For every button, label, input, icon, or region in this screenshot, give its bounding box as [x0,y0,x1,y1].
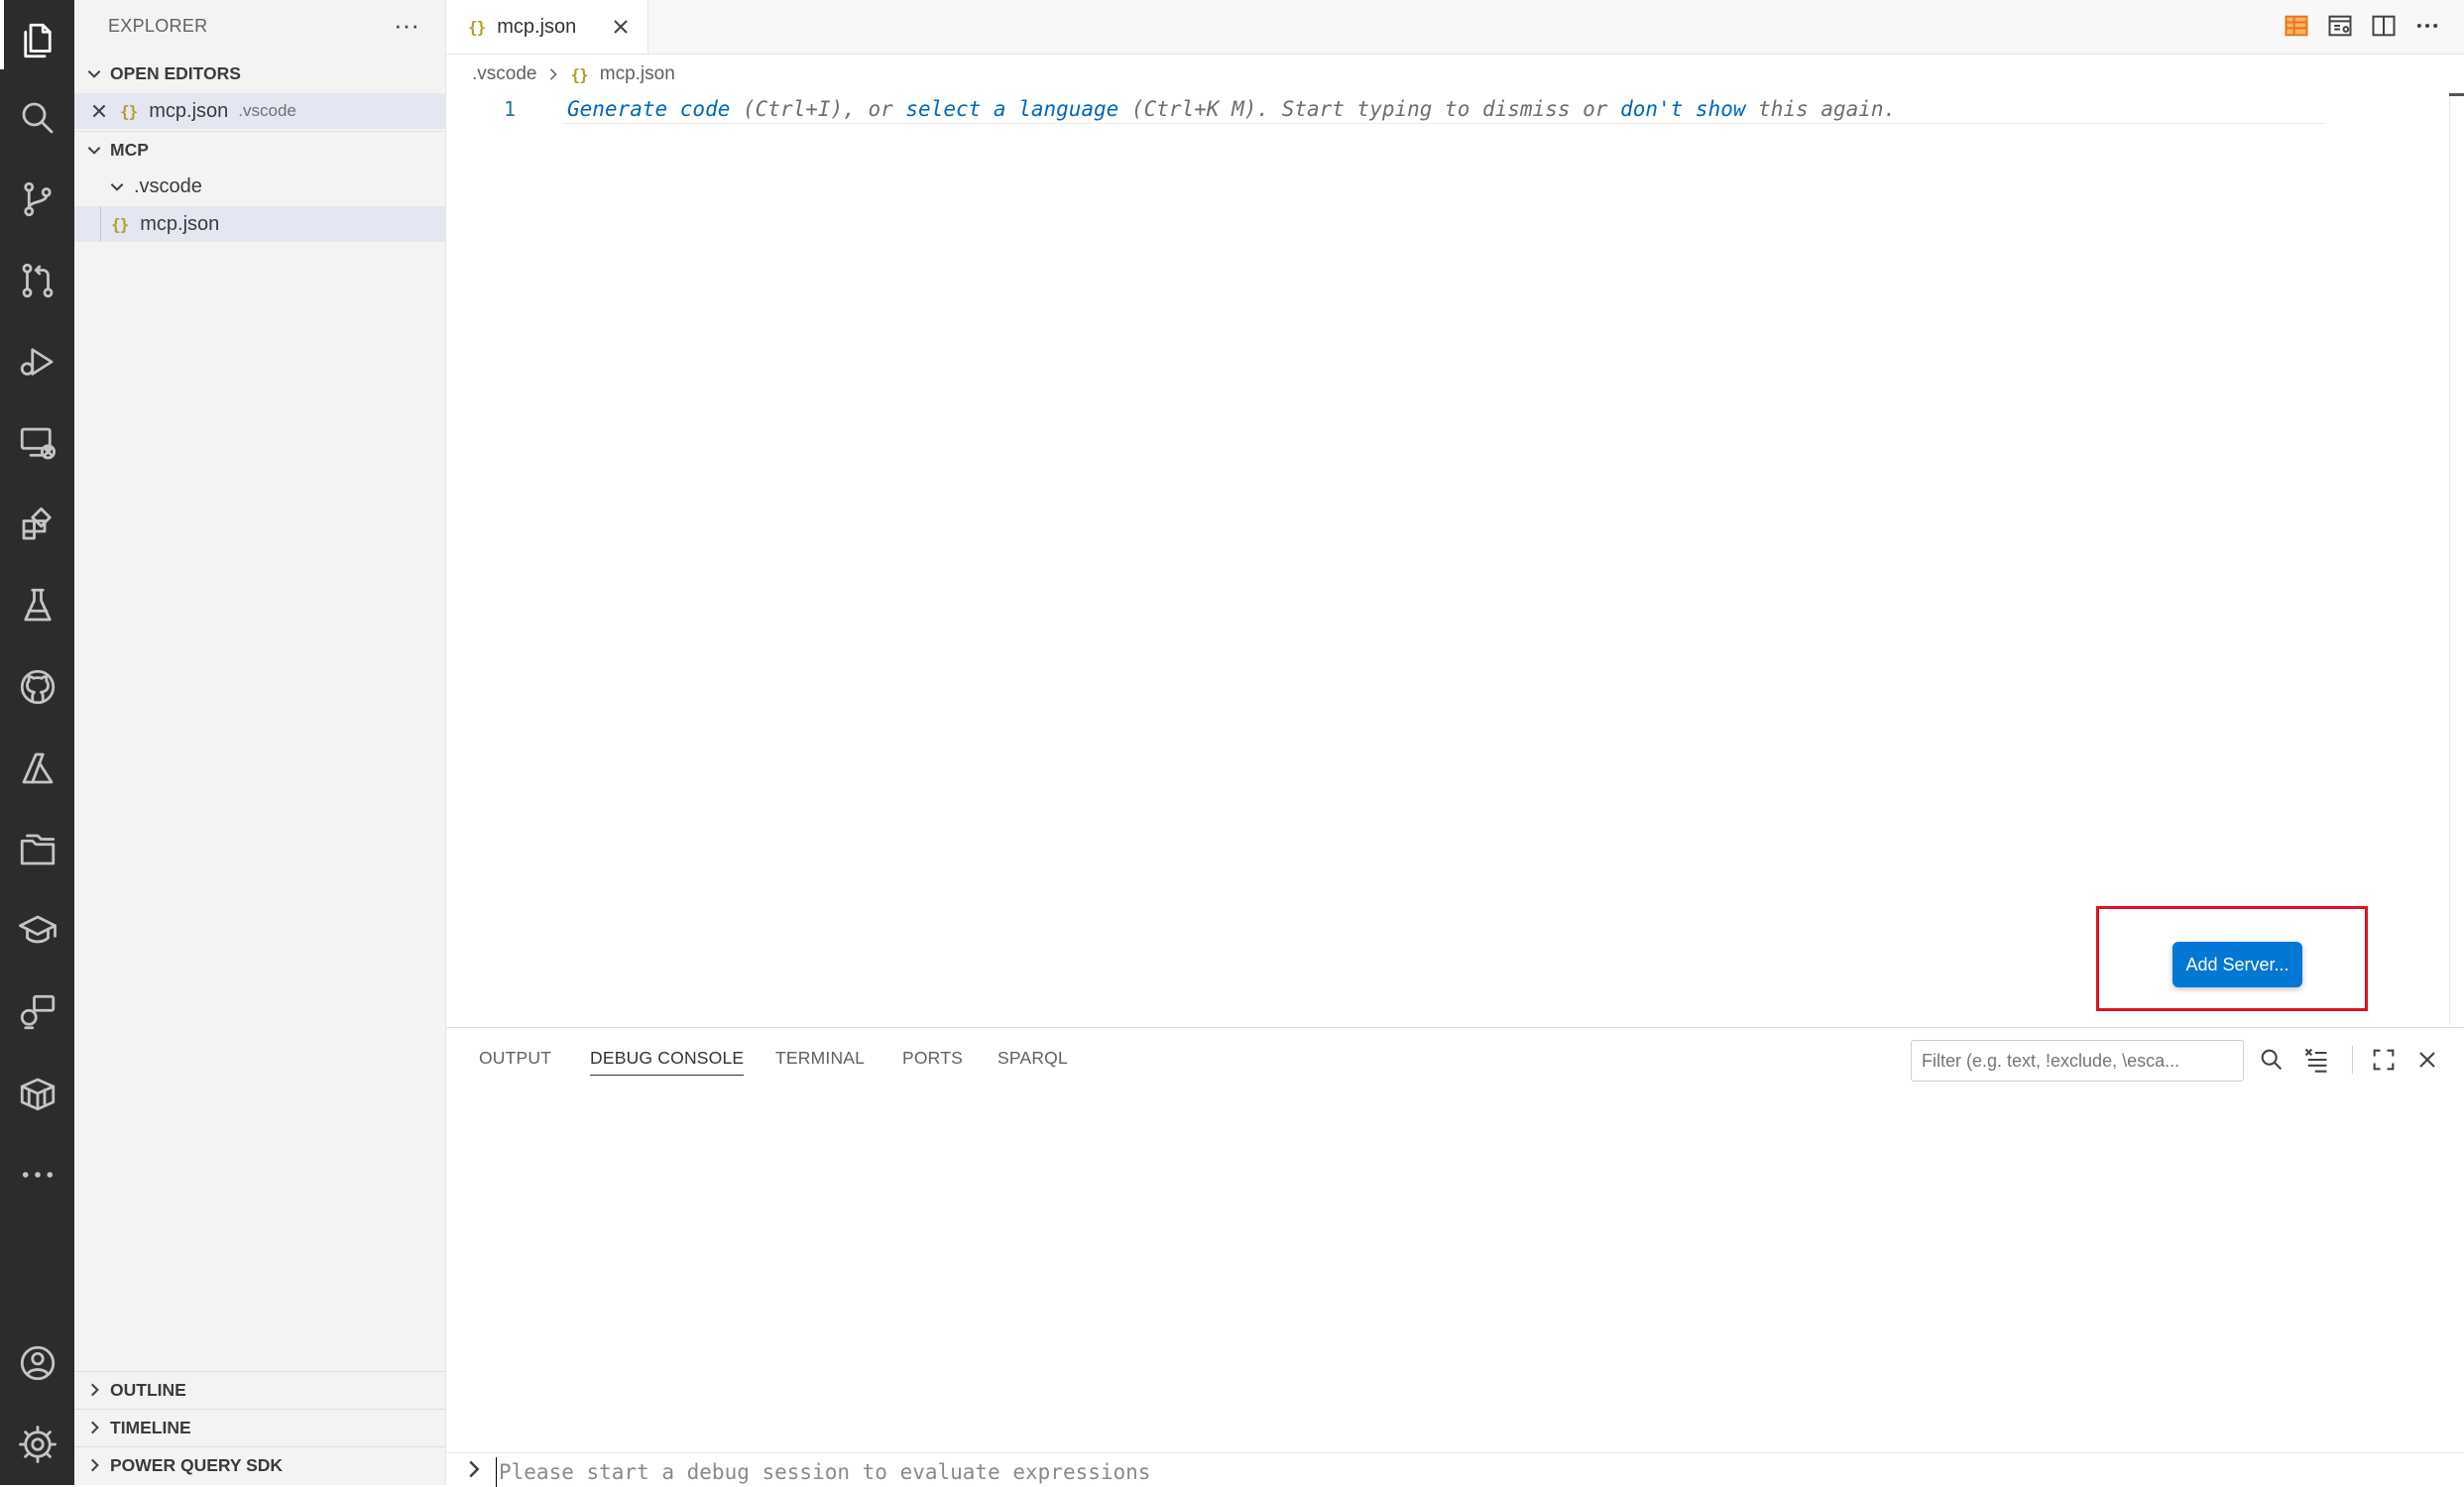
clear-console-icon[interactable] [2302,1046,2332,1076]
close-panel-icon[interactable] [2413,1046,2443,1076]
json-file-icon: {} [111,214,129,234]
close-tab-icon[interactable] [609,15,633,39]
tree-file-name: mcp.json [140,212,220,235]
close-icon[interactable] [74,102,108,120]
chevron-down-icon [74,141,110,159]
open-preview-icon[interactable] [2326,12,2356,42]
open-editor-description: .vscode [238,101,296,120]
settings-gear-icon[interactable] [0,1404,74,1485]
empty-editor-hint: Generate code (Ctrl+I), or select a lang… [567,97,1896,121]
toolbar-divider [2352,1046,2353,1074]
hint-text: (Ctrl+I), or [730,97,906,121]
dont-show-link[interactable]: don't show [1620,97,1745,121]
timeline-header: TIMELINE [110,1417,191,1437]
json-file-icon: {} [468,17,486,37]
repl-input[interactable] [496,1457,2286,1487]
more-actions-icon[interactable] [2413,12,2443,42]
select-language-link[interactable]: select a language [905,97,1118,121]
outline-header: OUTLINE [110,1379,186,1400]
maximize-panel-icon[interactable] [2370,1046,2400,1076]
chevron-right-icon [74,1456,110,1474]
remote-explorer-icon[interactable] [0,402,74,484]
scroll-cursor-marker [2449,93,2464,96]
tree-folder-vscode[interactable]: .vscode [74,169,445,204]
chevron-right-icon [546,67,560,81]
chevron-right-icon [74,1419,110,1436]
chevron-down-icon [74,64,110,82]
run-debug-icon[interactable] [0,321,74,402]
hint-text: (Ctrl+K M). Start typing to dismiss or [1118,97,1621,121]
search-icon[interactable] [2258,1046,2288,1076]
outline-section[interactable]: OUTLINE [74,1372,445,1408]
pull-requests-icon[interactable] [0,240,74,321]
tab-mcp-json[interactable]: {} mcp.json [446,0,648,54]
add-server-button[interactable]: Add Server... [2172,942,2302,987]
chevron-right-icon [464,1459,484,1479]
open-editors-header: OPEN EDITORS [110,62,241,83]
copilot-chat-icon[interactable] [0,972,74,1053]
learning-icon[interactable] [0,890,74,972]
activity-bar [0,0,74,1485]
breadcrumb-file[interactable]: mcp.json [600,63,675,85]
table-view-icon[interactable] [2283,12,2312,42]
bottom-panel: OUTPUT DEBUG CONSOLE TERMINAL PORTS SPAR… [446,1027,2464,1487]
tree-folder-name: .vscode [134,174,202,197]
indent-guide [74,206,101,242]
editor-tab-bar: {} mcp.json [446,0,2464,55]
containers-icon[interactable] [0,1053,74,1134]
extensions-icon[interactable] [0,484,74,565]
tab-debug-console[interactable]: DEBUG CONSOLE [590,1048,745,1076]
explorer-icon[interactable] [0,0,74,81]
testing-icon[interactable] [0,565,74,646]
hint-text: this again. [1745,97,1897,121]
tab-label: mcp.json [497,15,577,38]
source-control-icon[interactable] [0,159,74,240]
explorer-sidebar: EXPLORER ··· OPEN EDITORS {} mcp.json .v… [74,0,446,1485]
json-file-icon: {} [120,101,138,121]
editor-scrollbar[interactable] [2449,91,2450,1025]
split-editor-icon[interactable] [2370,12,2400,42]
open-editor-item[interactable]: {} mcp.json .vscode [74,93,445,129]
tab-terminal[interactable]: TERMINAL [775,1048,865,1069]
workspace-header: MCP [110,139,149,160]
power-query-sdk-header: POWER QUERY SDK [110,1454,284,1475]
line-number: 1 [504,97,517,121]
generate-code-link[interactable]: Generate code [567,97,730,121]
azure-icon[interactable] [0,728,74,809]
sidebar-more-actions[interactable]: ··· [394,10,419,41]
code-editor[interactable]: 1 Generate code (Ctrl+I), or select a la… [446,91,2464,1025]
breadcrumb-folder[interactable]: .vscode [472,63,536,85]
sidebar-title: EXPLORER [108,16,208,36]
search-icon[interactable] [0,77,74,159]
tab-output[interactable]: OUTPUT [479,1048,551,1069]
power-query-sdk-section[interactable]: POWER QUERY SDK [74,1447,445,1483]
chevron-right-icon [74,1381,110,1399]
accounts-icon[interactable] [0,1322,74,1404]
timeline-section[interactable]: TIMELINE [74,1410,445,1445]
tab-ports[interactable]: PORTS [902,1048,963,1069]
repl-input-area [446,1452,2464,1487]
tab-sparql[interactable]: SPARQL [997,1048,1068,1069]
open-editors-section[interactable]: OPEN EDITORS [74,56,445,91]
tree-file-mcp-json[interactable]: {} mcp.json [74,206,445,242]
folders-icon[interactable] [0,809,74,890]
json-file-icon: {} [570,64,588,84]
breadcrumb: .vscode {} mcp.json [472,59,675,89]
github-icon[interactable] [0,646,74,728]
console-filter-input[interactable] [1911,1040,2244,1082]
open-editor-name: mcp.json [149,99,229,122]
more-icon[interactable] [0,1134,74,1215]
workspace-section[interactable]: MCP [74,131,445,168]
chevron-down-icon [74,177,126,195]
